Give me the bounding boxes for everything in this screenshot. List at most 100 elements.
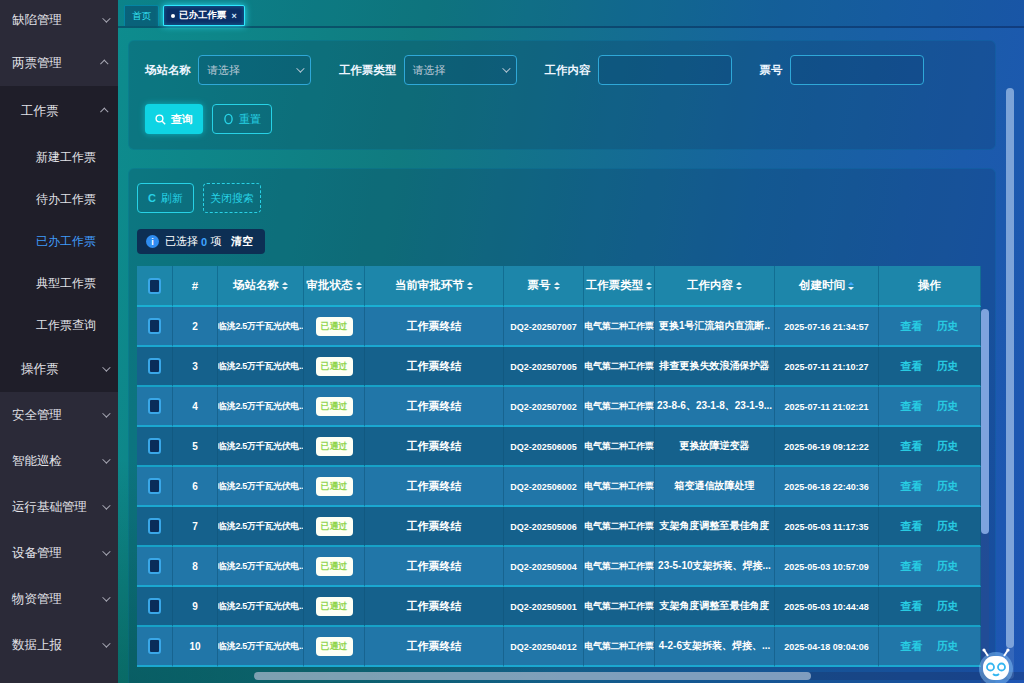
- row-checkbox[interactable]: [148, 398, 161, 414]
- row-checkbox[interactable]: [148, 318, 161, 334]
- row-checkbox[interactable]: [148, 558, 161, 574]
- select-all-checkbox[interactable]: [148, 278, 161, 294]
- history-link[interactable]: 历史: [937, 480, 959, 492]
- status-badge: 已通过: [316, 517, 353, 536]
- sort-caret-icon[interactable]: [736, 282, 742, 290]
- history-link[interactable]: 历史: [937, 320, 959, 332]
- tab-close-icon[interactable]: ×: [232, 11, 237, 21]
- sidebar-item-6[interactable]: 典型工作票: [0, 262, 118, 304]
- column-header-4[interactable]: 当前审批环节: [365, 266, 504, 307]
- view-link[interactable]: 查看: [901, 640, 923, 652]
- row-checkbox[interactable]: [148, 438, 161, 454]
- status-badge: 已通过: [316, 557, 353, 576]
- close-search-button[interactable]: 关闭搜索: [203, 183, 261, 213]
- tab-home[interactable]: 首页: [124, 5, 159, 26]
- table-cell: 查看 历史: [879, 427, 981, 467]
- field-input[interactable]: [790, 55, 924, 85]
- table-cell: 查看 历史: [879, 627, 981, 667]
- history-link[interactable]: 历史: [937, 640, 959, 652]
- select-placeholder: 请选择: [413, 63, 446, 78]
- view-link[interactable]: 查看: [901, 560, 923, 572]
- row-checkbox[interactable]: [148, 518, 161, 534]
- view-link[interactable]: 查看: [901, 440, 923, 452]
- column-header-5[interactable]: 票号: [504, 266, 584, 307]
- tab-done-work-tickets[interactable]: 已办工作票×: [163, 5, 245, 26]
- sidebar-item-12[interactable]: 设备管理: [0, 530, 118, 576]
- table-cell: 3: [173, 347, 218, 387]
- history-link[interactable]: 历史: [937, 520, 959, 532]
- sidebar-item-10[interactable]: 智能巡检: [0, 438, 118, 484]
- cell-time: 2025-07-11 21:02:21: [784, 402, 868, 412]
- search-buttons: 查询 重置: [145, 104, 979, 134]
- view-link[interactable]: 查看: [901, 320, 923, 332]
- field-select[interactable]: 请选择: [198, 55, 311, 85]
- view-link[interactable]: 查看: [901, 480, 923, 492]
- sort-caret-icon[interactable]: [848, 282, 854, 290]
- row-checkbox[interactable]: [148, 478, 161, 494]
- sort-caret-icon[interactable]: [356, 282, 362, 290]
- history-link[interactable]: 历史: [937, 400, 959, 412]
- cell-step: 工作票终结: [407, 360, 462, 372]
- sidebar-item-8[interactable]: 操作票: [0, 346, 118, 392]
- sort-caret-icon[interactable]: [646, 282, 652, 290]
- sidebar-item-7[interactable]: 工作票查询: [0, 304, 118, 346]
- view-link[interactable]: 查看: [901, 360, 923, 372]
- row-checkbox[interactable]: [148, 598, 161, 614]
- sidebar-item-13[interactable]: 物资管理: [0, 576, 118, 622]
- sidebar: 缺陷管理两票管理工作票新建工作票待办工作票已办工作票典型工作票工作票查询操作票安…: [0, 0, 118, 683]
- column-header-8[interactable]: 创建时间: [775, 266, 879, 307]
- column-header-6[interactable]: 工作票类型: [584, 266, 655, 307]
- column-header-3[interactable]: 审批状态: [304, 266, 365, 307]
- table-cell: [137, 587, 173, 627]
- assistant-robot-icon[interactable]: [976, 647, 1016, 683]
- status-badge: 已通过: [316, 317, 353, 336]
- sort-caret-icon[interactable]: [467, 282, 473, 290]
- reset-button[interactable]: 重置: [212, 104, 272, 134]
- sidebar-item-4[interactable]: 待办工作票: [0, 178, 118, 220]
- horizontal-scrollbar[interactable]: [254, 672, 1024, 680]
- table-scrollbar[interactable]: [981, 309, 989, 683]
- cell-type: 电气第二种工作票: [585, 601, 654, 611]
- refresh-button[interactable]: C 刷新: [137, 183, 194, 213]
- table-cell: 2025-05-03 10:44:48: [775, 587, 879, 627]
- sidebar-item-0[interactable]: 缺陷管理: [0, 0, 118, 40]
- table-cell: 查看 历史: [879, 467, 981, 507]
- view-link[interactable]: 查看: [901, 520, 923, 532]
- history-link[interactable]: 历史: [937, 600, 959, 612]
- table-cell: [137, 387, 173, 427]
- column-header-2[interactable]: 场站名称: [218, 266, 304, 307]
- chevron-up-icon: [100, 59, 108, 67]
- clear-selection-button[interactable]: 清空: [231, 234, 253, 249]
- history-link[interactable]: 历史: [937, 560, 959, 572]
- cell-time: 2025-07-16 21:34:57: [784, 322, 869, 332]
- column-header-7[interactable]: 工作内容: [655, 266, 775, 307]
- chevron-down-icon: [102, 639, 110, 647]
- sidebar-item-label: 工作票: [21, 103, 59, 120]
- view-link[interactable]: 查看: [901, 600, 923, 612]
- query-button[interactable]: 查询: [145, 104, 203, 134]
- page-scrollbar[interactable]: [1006, 88, 1014, 679]
- sidebar-item-3[interactable]: 新建工作票: [0, 136, 118, 178]
- table-cell: 9: [173, 587, 218, 627]
- sidebar-item-5[interactable]: 已办工作票: [0, 220, 118, 262]
- cell-time: 2025-06-18 22:40:36: [784, 482, 869, 492]
- sort-caret-icon[interactable]: [554, 282, 560, 290]
- row-checkbox[interactable]: [148, 358, 161, 374]
- sidebar-item-9[interactable]: 安全管理: [0, 392, 118, 438]
- cell-ticket: DQ2-202507007: [510, 322, 577, 332]
- history-link[interactable]: 历史: [937, 360, 959, 372]
- history-link[interactable]: 历史: [937, 440, 959, 452]
- chevron-down-icon: [502, 64, 510, 72]
- view-link[interactable]: 查看: [901, 400, 923, 412]
- sidebar-item-11[interactable]: 运行基础管理: [0, 484, 118, 530]
- sidebar-item-1[interactable]: 两票管理: [0, 40, 118, 86]
- row-checkbox[interactable]: [148, 638, 161, 654]
- field-input[interactable]: [598, 55, 732, 85]
- field-select[interactable]: 请选择: [404, 55, 517, 85]
- sort-caret-icon[interactable]: [282, 282, 288, 290]
- column-label: #: [192, 280, 198, 292]
- sidebar-item-2[interactable]: 工作票: [0, 86, 118, 136]
- table-cell: 电气第二种工作票: [584, 587, 655, 627]
- sidebar-item-14[interactable]: 数据上报: [0, 622, 118, 668]
- cell-content: 更换故障逆变器: [680, 440, 750, 451]
